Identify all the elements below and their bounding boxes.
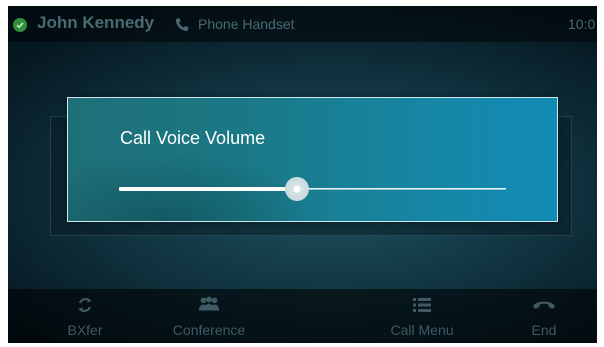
caller-name: John Kennedy [37, 13, 155, 32]
softkey-bar: BXfer Conference Call Menu End [8, 289, 597, 343]
presence-available-icon [13, 18, 27, 32]
softkey-label: End [531, 322, 557, 338]
menu-icon [410, 294, 434, 316]
clock: 10:0 [568, 16, 596, 32]
softkey-end[interactable]: End [494, 289, 594, 343]
softkey-conference[interactable]: Conference [159, 289, 259, 343]
softkey-label: Call Menu [390, 322, 454, 338]
softkey-label: Conference [172, 322, 246, 338]
volume-dialog: Call Voice Volume [67, 97, 558, 222]
status-bar: John Kennedy Phone Handset 10:0 [8, 6, 597, 42]
volume-slider[interactable] [119, 177, 506, 201]
softkey-bxfer[interactable]: BXfer [35, 289, 135, 343]
audio-device-label: Phone Handset [198, 16, 295, 32]
end-call-icon [532, 294, 556, 316]
slider-fill [119, 187, 298, 191]
phone-screen: John Kennedy Phone Handset 10:0 Call Voi… [8, 6, 597, 343]
transfer-icon [73, 294, 97, 316]
phone-handset-icon [174, 17, 190, 33]
dialog-title: Call Voice Volume [120, 128, 266, 148]
slider-thumb[interactable] [285, 177, 310, 201]
softkey-call-menu[interactable]: Call Menu [372, 289, 472, 343]
softkey-label: BXfer [67, 322, 103, 338]
conference-icon [197, 294, 221, 316]
